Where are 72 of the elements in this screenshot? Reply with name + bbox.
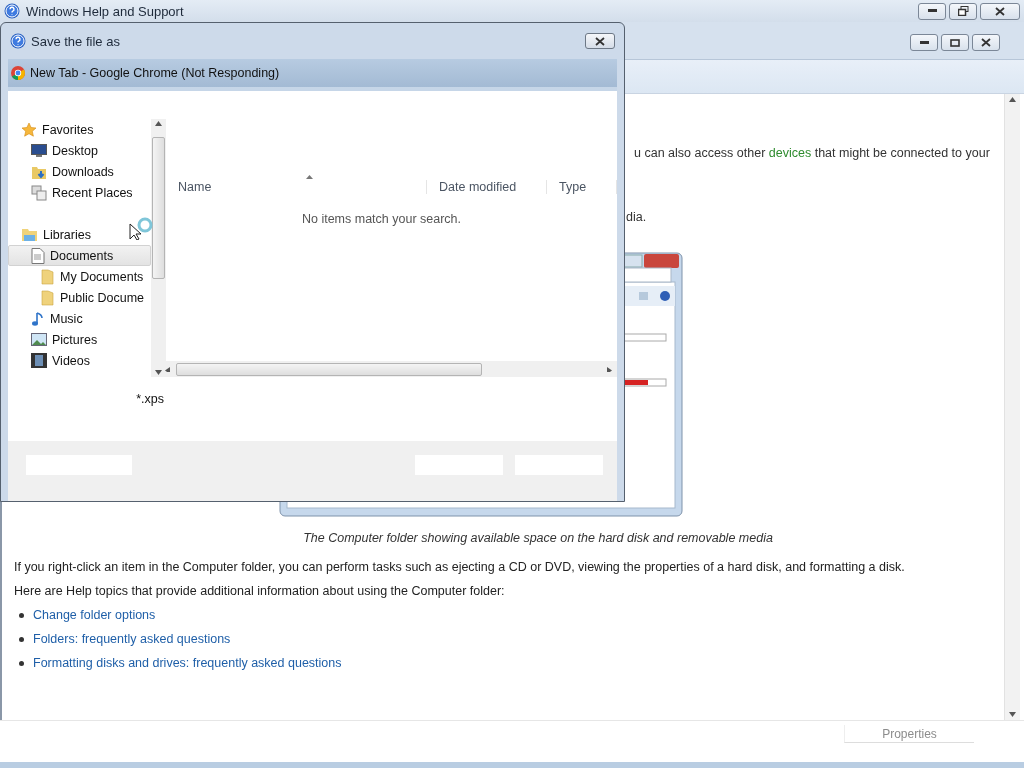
minimize-button[interactable] (910, 34, 938, 51)
close-button[interactable] (980, 2, 1020, 20)
bullet-icon (19, 636, 24, 642)
minimize-button[interactable] (918, 2, 946, 20)
recent-places-icon (31, 184, 47, 201)
navigation-item[interactable]: Libraries (8, 224, 151, 245)
library-folder-icon (21, 227, 38, 242)
navigation-item[interactable]: Desktop (8, 140, 151, 161)
help-topic-link[interactable]: Formatting disks and drives: frequently asked questions (33, 656, 342, 670)
column-header[interactable]: Name (166, 180, 427, 194)
column-header[interactable]: Type (547, 180, 617, 194)
picture-icon (31, 333, 47, 346)
navigation-item[interactable]: Favorites (8, 119, 151, 140)
close-button[interactable] (972, 34, 1000, 51)
image-caption: The Computer folder showing available space on the hard disk and removable media (302, 531, 774, 545)
background-window-title: New Tab - Google Chrome (Not Responding) (30, 66, 280, 80)
monitor-icon (31, 143, 47, 158)
folder-icon (41, 268, 55, 285)
bullet-icon (19, 660, 24, 666)
scroll-left-icon[interactable] (165, 366, 172, 372)
dialog-title: Save the file as (31, 33, 120, 49)
help-topic-link[interactable]: Folders: frequently asked questions (33, 632, 231, 646)
folder-icon (41, 289, 55, 306)
scroll-up-icon[interactable] (1009, 97, 1016, 102)
paragraph: If you right-click an item in the Computer folder, you can perform tasks such as ejecting a CD or DVD, viewing the properties of a hard disk, and formatting a disk. (13, 559, 906, 576)
navigation-item[interactable]: Pictures (8, 329, 151, 350)
navigation-item[interactable]: Music (8, 308, 151, 329)
article-text: dia. (626, 210, 647, 224)
horizontal-scrollbar[interactable] (162, 361, 617, 377)
scroll-down-icon[interactable] (155, 370, 162, 375)
navigation-item[interactable]: Videos (8, 350, 151, 371)
restore-icon (957, 6, 969, 16)
vertical-scrollbar[interactable] (1004, 94, 1020, 720)
chrome-logo-icon (11, 66, 25, 80)
devices-link[interactable]: devices (768, 146, 812, 160)
scroll-thumb[interactable] (152, 137, 165, 279)
vertical-scrollbar[interactable] (151, 119, 166, 377)
sort-caret-icon (306, 175, 313, 179)
paragraph: Here are Help topics that provide additional information about using the Computer folder: (13, 583, 506, 600)
article-text: u can also access other devices that might be connected to your (634, 146, 990, 160)
close-icon (981, 38, 991, 47)
maximize-button[interactable] (941, 34, 969, 51)
maximize-icon (950, 38, 960, 47)
help-icon (10, 33, 26, 49)
bullet-icon (19, 612, 24, 618)
close-button[interactable] (585, 33, 615, 49)
help-icon (4, 3, 20, 19)
empty-message: No items match your search. (300, 212, 463, 226)
navigation-item[interactable]: My Documents (8, 266, 151, 287)
close-icon (595, 36, 605, 46)
minimize-icon (927, 9, 937, 13)
document-icon (31, 247, 45, 264)
star-icon (21, 121, 37, 138)
busy-cursor-icon (129, 216, 153, 240)
scroll-thumb[interactable] (176, 362, 482, 376)
navigation-item[interactable]: Downloads (8, 161, 151, 182)
minimize-icon (919, 40, 929, 45)
film-icon (31, 353, 47, 368)
column-header[interactable]: Date modified (427, 180, 547, 194)
scroll-right-icon[interactable] (607, 366, 614, 372)
navigation-item[interactable]: Recent Places (8, 182, 151, 203)
scroll-down-icon[interactable] (1009, 712, 1016, 717)
scroll-up-icon[interactable] (155, 121, 162, 126)
file-type-label: *.xps (136, 392, 164, 406)
music-note-icon (31, 310, 45, 327)
window-title: Windows Help and Support (26, 3, 184, 19)
navigation-item[interactable]: Public Docume (8, 287, 151, 308)
help-topic-link[interactable]: Change folder options (33, 608, 156, 622)
restore-button[interactable] (949, 2, 977, 20)
properties-button[interactable]: Properties (844, 725, 974, 743)
navigation-item[interactable]: Documents (8, 245, 151, 266)
close-icon (995, 6, 1005, 16)
